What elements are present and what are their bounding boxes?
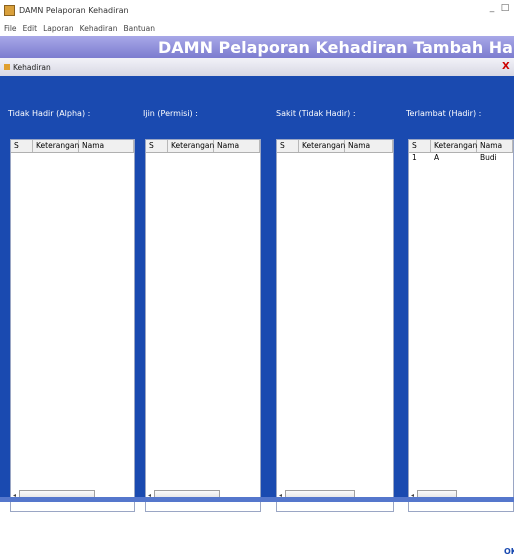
cell-keterangan: A xyxy=(434,153,440,162)
list-header: S Keterangan Nama xyxy=(277,140,393,153)
sub-window-title: Kehadiran xyxy=(13,62,51,72)
col-header-nama[interactable]: Nama xyxy=(79,140,134,152)
col-header-nama[interactable]: Nama xyxy=(477,140,513,152)
list-header: S Keterangan Nama xyxy=(11,140,134,153)
app-icon xyxy=(4,4,15,16)
list-alpha[interactable]: S Keterangan Nama ◂ xyxy=(10,139,135,512)
total-sakit: Jumlah : xyxy=(276,521,309,530)
cell-s: 1 xyxy=(412,153,417,162)
menu-item-edit[interactable]: Edit xyxy=(23,24,38,33)
corner-button[interactable]: OK xyxy=(504,546,514,558)
total-terlambat: Jumlah : 1 xyxy=(408,521,449,530)
title-bar: DAMN Pelaporan Kehadiran _ □ xyxy=(0,0,514,20)
close-button[interactable]: X xyxy=(502,61,512,73)
col-header-nama[interactable]: Nama xyxy=(214,140,260,152)
col-header-keterangan[interactable]: Keterangan xyxy=(168,140,214,152)
total-alpha: Jumlah : xyxy=(10,521,43,530)
col-header-nama[interactable]: Nama xyxy=(345,140,393,152)
bottom-strip xyxy=(0,497,514,502)
menu-item-bantuan[interactable]: Bantuan xyxy=(123,24,155,33)
panel-label-alpha: Tidak Hadir (Alpha) : xyxy=(8,109,91,118)
col-header-s[interactable]: S xyxy=(277,140,299,152)
list-sakit[interactable]: S Keterangan Nama ◂ xyxy=(276,139,394,512)
col-header-s[interactable]: S xyxy=(11,140,33,152)
sub-window-bar: Kehadiran X xyxy=(0,58,514,76)
panel-label-terlambat: Terlambat (Hadir) : xyxy=(406,109,482,118)
col-header-s[interactable]: S xyxy=(146,140,168,152)
minimize-button[interactable]: _ xyxy=(487,3,497,13)
maximize-button[interactable]: □ xyxy=(500,3,510,13)
list-header: S Keterangan Nama xyxy=(146,140,260,153)
col-header-s[interactable]: S xyxy=(409,140,431,152)
form-icon xyxy=(4,64,10,70)
col-header-keterangan[interactable]: Keterangan xyxy=(431,140,477,152)
panel-label-ijin: Ijin (Permisi) : xyxy=(143,109,198,118)
col-header-keterangan[interactable]: Keterangan xyxy=(33,140,79,152)
menu-item-kehadiran[interactable]: Kehadiran xyxy=(80,24,118,33)
menu-item-laporan[interactable]: Laporan xyxy=(43,24,74,33)
total-ijin: Jumlah : xyxy=(143,521,176,530)
col-header-keterangan[interactable]: Keterangan xyxy=(299,140,345,152)
list-ijin[interactable]: S Keterangan Nama ◂ xyxy=(145,139,261,512)
cell-nama: Budi xyxy=(480,153,497,162)
menu-item-file[interactable]: File xyxy=(4,24,17,33)
banner: DAMN Pelaporan Kehadiran Tambah Harian xyxy=(0,36,514,58)
panel-label-sakit: Sakit (Tidak Hadir) : xyxy=(276,109,356,118)
main-area: Tidak Hadir (Alpha) : S Keterangan Nama … xyxy=(0,76,514,558)
menu-bar: File Edit Laporan Kehadiran Bantuan xyxy=(0,20,514,36)
list-row[interactable]: 1 A Budi xyxy=(409,153,513,163)
banner-text: DAMN Pelaporan Kehadiran Tambah Harian xyxy=(158,38,514,57)
list-header: S Keterangan Nama xyxy=(409,140,513,153)
list-terlambat[interactable]: S Keterangan Nama 1 A Budi ◂ xyxy=(408,139,514,512)
window-title: DAMN Pelaporan Kehadiran xyxy=(19,5,129,15)
